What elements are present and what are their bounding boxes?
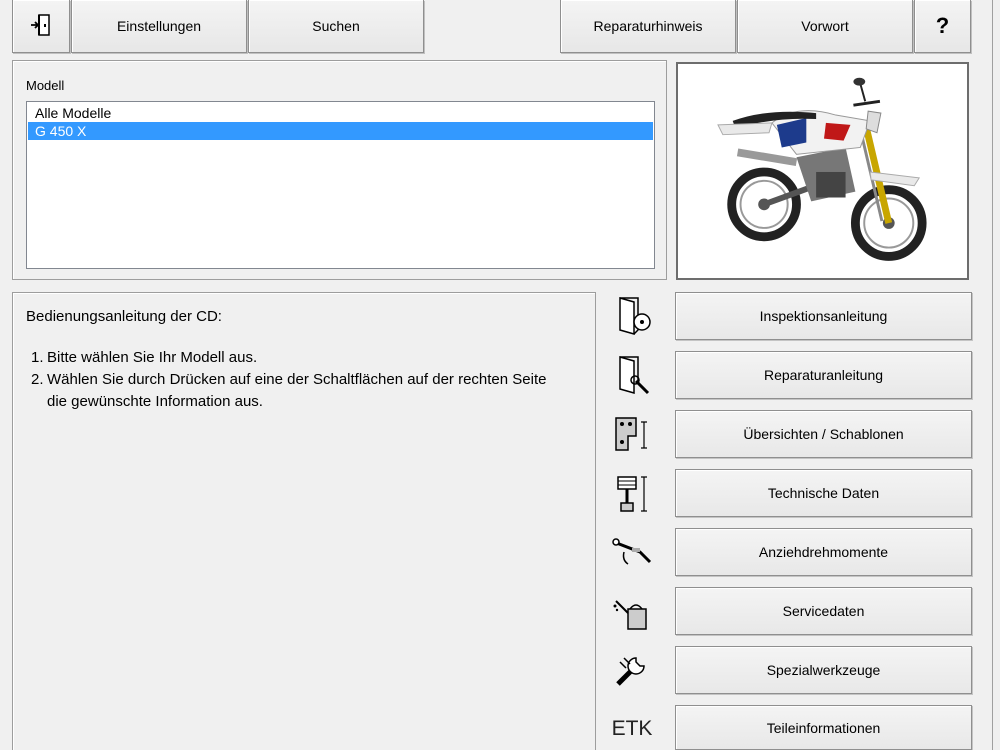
model-panel: Modell Alle Modelle G 450 X — [12, 60, 667, 280]
instruction-step: 1. Bitte wählen Sie Ihr Modell aus. — [31, 349, 258, 366]
foreword-button[interactable]: Vorwort — [737, 0, 913, 53]
instructions-panel: Bedienungsanleitung der CD: 1. Bitte wäh… — [12, 292, 596, 750]
model-label: Modell — [26, 78, 65, 93]
oil-can-icon — [608, 587, 656, 635]
model-list-item-g450x[interactable]: G 450 X — [28, 122, 653, 140]
overviews-templates-button[interactable]: Übersichten / Schablonen — [675, 410, 972, 458]
technical-data-button[interactable]: Technische Daten — [675, 469, 972, 517]
instruction-step: 2. Wählen Sie durch Drücken auf eine der… — [31, 371, 547, 410]
tightening-torques-button[interactable]: Anziehdrehmomente — [675, 528, 972, 576]
manual-cd-icon — [608, 292, 656, 340]
window-edge — [992, 0, 993, 750]
model-listbox[interactable]: Alle Modelle G 450 X — [26, 101, 655, 269]
settings-button[interactable]: Einstellungen — [71, 0, 247, 53]
torque-wrench-icon — [608, 528, 656, 576]
exit-door-icon — [28, 12, 54, 41]
exit-button[interactable] — [12, 0, 70, 53]
repair-manual-button[interactable]: Reparaturanleitung — [675, 351, 972, 399]
wrench-icon — [608, 646, 656, 694]
instructions-title: Bedienungsanleitung der CD: — [26, 308, 222, 325]
model-list-item-all[interactable]: Alle Modelle — [28, 104, 653, 122]
repair-notes-button[interactable]: Reparaturhinweis — [560, 0, 736, 53]
motorcycle-image — [676, 62, 969, 280]
parts-information-button[interactable]: Teileinformationen — [675, 705, 972, 750]
inspection-manual-button[interactable]: Inspektionsanleitung — [675, 292, 972, 340]
search-button[interactable]: Suchen — [248, 0, 424, 53]
special-tools-button[interactable]: Spezialwerkzeuge — [675, 646, 972, 694]
template-icon — [608, 410, 656, 458]
instructions-list: 1. Bitte wählen Sie Ihr Modell aus. 2. W… — [31, 347, 551, 413]
piston-icon — [608, 469, 656, 517]
service-data-button[interactable]: Servicedaten — [675, 587, 972, 635]
help-button[interactable]: ? — [914, 0, 971, 53]
manual-wrench-icon — [608, 351, 656, 399]
etk-icon: ETK — [611, 717, 653, 740]
